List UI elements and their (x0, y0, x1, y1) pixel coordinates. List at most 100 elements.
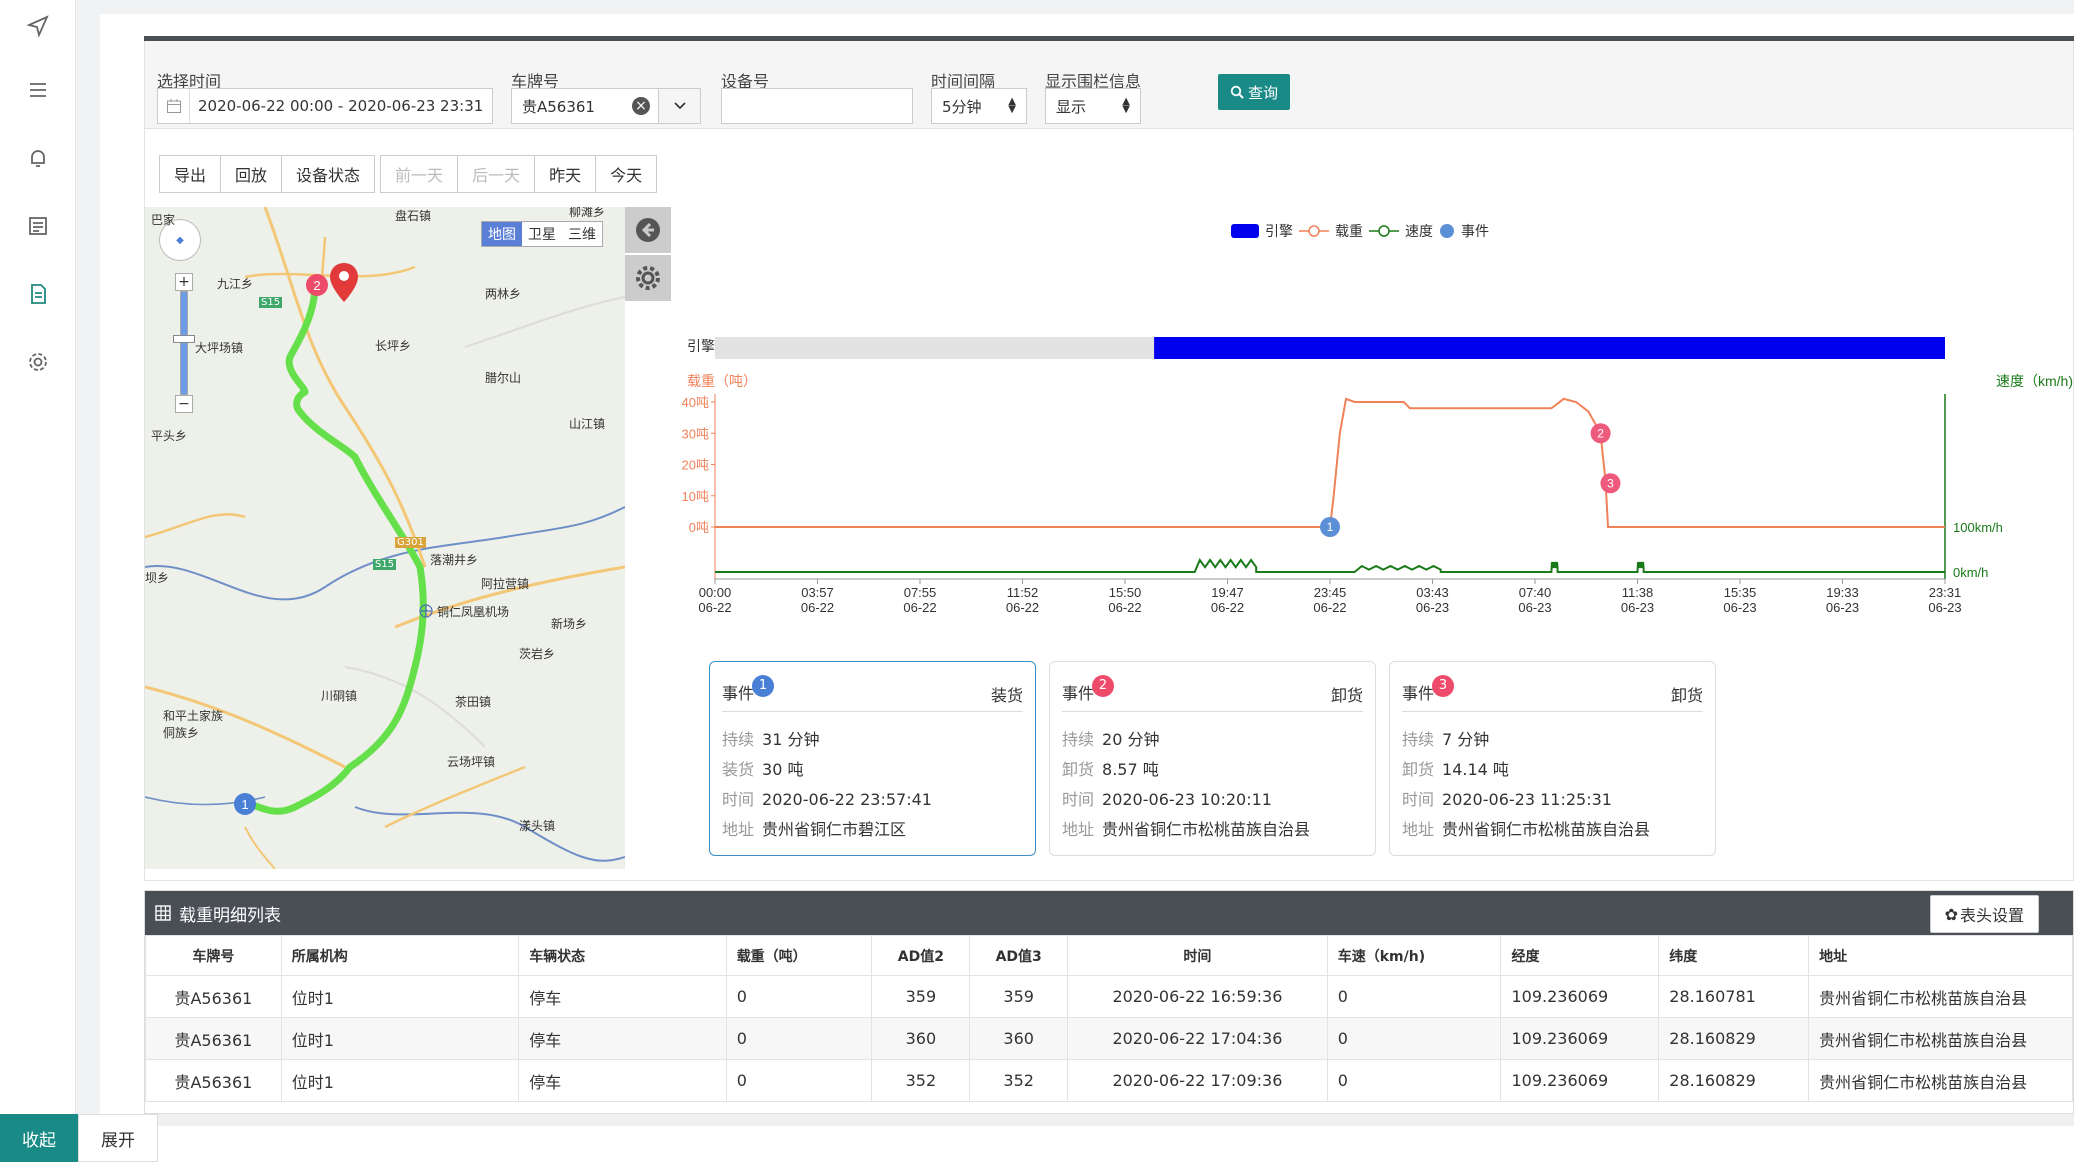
clear-icon[interactable]: × (632, 97, 650, 115)
zoom-out-button[interactable]: − (175, 395, 193, 413)
left-axis-label: 载重（吨） (687, 373, 757, 389)
col-ad2[interactable]: AD值2 (871, 935, 971, 976)
cell: 359 (871, 975, 971, 1018)
table-row[interactable]: 贵A56361 位时1 停车 0 352 352 2020-06-22 17:0… (145, 1059, 2073, 1102)
event-marker-label: 1 (1327, 520, 1334, 534)
engine-label: 引擎 (687, 338, 715, 354)
time-range-value: 2020-06-22 00:00 - 2020-06-23 23:31 (198, 97, 484, 115)
svg-text:2: 2 (313, 278, 320, 293)
interval-select[interactable]: 5分钟 ▲ ▼ (931, 88, 1027, 124)
table-row[interactable]: 贵A56361 位时1 停车 0 360 360 2020-06-22 17:0… (145, 1017, 2073, 1060)
event-card-1[interactable]: 事件 1 装货 持续 31 分钟 装货 30 吨 时间 2020-06-22 23:57:… (709, 661, 1036, 856)
col-plate[interactable]: 车牌号 (145, 935, 282, 976)
y-tick-label: 10吨 (682, 489, 709, 504)
zoom-handle[interactable] (173, 335, 195, 343)
col-ad3[interactable]: AD值3 (969, 935, 1069, 976)
today-button[interactable]: 今天 (595, 155, 658, 193)
horizontal-scrollbar[interactable] (158, 1114, 2074, 1126)
document-icon[interactable] (22, 278, 54, 310)
zoom-in-button[interactable]: + (175, 273, 193, 291)
time-key: 时间 (1062, 790, 1095, 809)
query-button[interactable]: 查询 (1218, 74, 1290, 110)
navigation-icon[interactable] (22, 10, 54, 42)
cell: 0 (1326, 1017, 1502, 1060)
map-label: 和平土家族侗族乡 (163, 709, 224, 740)
map-view[interactable]: 2 1 ◆ + − 地图 卫星 三维 巴家 盘石镇 柳滩乡 九江乡 两林乡 长坪… (145, 207, 625, 869)
map-marker-1[interactable]: 1 (234, 793, 256, 815)
map-label: 阿拉营镇 (481, 577, 530, 591)
legend-event-swatch (1440, 224, 1454, 238)
export-button[interactable]: 导出 (159, 155, 222, 193)
col-address[interactable]: 地址 (1808, 935, 2073, 976)
col-lat[interactable]: 纬度 (1658, 935, 1810, 976)
duration-key: 持续 (1062, 730, 1095, 749)
right-tick-label: 0km/h (1953, 565, 1988, 580)
legend-load: 载重 (1335, 224, 1363, 240)
map-type-3d[interactable]: 三维 (562, 222, 602, 246)
gear-icon[interactable] (22, 346, 54, 378)
column-settings-button[interactable]: ✿ 表头设置 (1929, 895, 2039, 933)
speed-series-line (715, 557, 1945, 573)
col-load[interactable]: 载重（吨） (725, 935, 873, 976)
fence-value: 显示 (1056, 97, 1087, 116)
bell-icon[interactable] (22, 142, 54, 174)
event-card-3[interactable]: 事件 3 卸货 持续 7 分钟 卸货 14.14 吨 时间 2020-06-23 11:2… (1389, 661, 1716, 856)
collapse-button[interactable]: 收起 (0, 1114, 78, 1162)
cell: 位时1 (280, 1017, 520, 1060)
map-settings-button[interactable] (625, 255, 671, 301)
map-label: 坝乡 (145, 571, 170, 585)
x-tick-label: 03:43 (1416, 585, 1449, 600)
plate-select[interactable]: 贵A56361 × (511, 88, 701, 124)
map-label: 大坪场镇 (195, 341, 244, 355)
col-org[interactable]: 所属机构 (280, 935, 520, 976)
chevron-down-icon[interactable] (658, 89, 700, 123)
cell: 109.236069 (1500, 1017, 1660, 1060)
back-arrow-button[interactable] (625, 207, 671, 253)
map-marker-2[interactable]: 2 (306, 274, 328, 296)
cell: 28.160781 (1658, 975, 1810, 1018)
address-value: 贵州省铜仁市碧江区 (762, 820, 907, 839)
cell: 2020-06-22 16:59:36 (1067, 975, 1328, 1018)
col-time[interactable]: 时间 (1067, 935, 1328, 976)
cell: 贵A56361 (145, 1017, 282, 1060)
load-key: 卸货 (1062, 760, 1095, 779)
map-type-map[interactable]: 地图 (482, 222, 522, 246)
time-value: 2020-06-22 23:57:41 (762, 790, 932, 809)
map-label: 山江镇 (569, 417, 606, 431)
col-status[interactable]: 车辆状态 (518, 935, 727, 976)
col-speed[interactable]: 车速（km/h) (1326, 935, 1502, 976)
address-key: 地址 (1062, 820, 1095, 839)
playback-button[interactable]: 回放 (220, 155, 283, 193)
list-icon[interactable] (22, 210, 54, 242)
duration-key: 持续 (722, 730, 755, 749)
map-type-satellite[interactable]: 卫星 (522, 222, 562, 246)
event-card-2[interactable]: 事件 2 卸货 持续 20 分钟 卸货 8.57 吨 时间 2020-06-23 10:2… (1049, 661, 1376, 856)
legend-speed-swatch (1369, 225, 1399, 237)
map-label: 铜仁凤凰机场 (437, 605, 510, 619)
x-tick-date: 06-22 (1108, 600, 1141, 615)
map-label: 柳滩乡 (569, 207, 606, 219)
gear-icon (636, 266, 660, 290)
cell: 359 (969, 975, 1069, 1018)
column-settings-label: 表头设置 (1959, 906, 2024, 925)
expand-button[interactable]: 展开 (78, 1114, 158, 1162)
table-row[interactable]: 贵A56361 位时1 停车 0 359 359 2020-06-22 16:5… (145, 975, 2073, 1018)
bottom-bar: 收起 展开 (0, 1114, 2074, 1172)
fence-select[interactable]: 显示 ▲ ▼ (1045, 88, 1141, 124)
col-lng[interactable]: 经度 (1500, 935, 1660, 976)
device-status-button[interactable]: 设备状态 (281, 155, 376, 193)
cell: 109.236069 (1500, 1059, 1660, 1102)
x-tick-date: 06-23 (1928, 600, 1961, 615)
x-tick-label: 23:45 (1314, 585, 1347, 600)
legend-event: 事件 (1461, 224, 1489, 240)
menu-icon[interactable] (22, 74, 54, 106)
map-label: 九江乡 (217, 277, 254, 291)
time-range-input[interactable]: 2020-06-22 00:00 - 2020-06-23 23:31 (157, 88, 493, 124)
zoom-slider[interactable]: + − (173, 273, 195, 413)
next-day-button[interactable]: 后一天 (457, 155, 536, 193)
prev-day-button[interactable]: 前一天 (380, 155, 459, 193)
load-speed-chart: 引擎载重（吨） 速度（km/h) 40吨 30吨 20吨 10吨 0吨 100km/h 0km/… (682, 337, 2073, 615)
device-input[interactable] (721, 88, 913, 124)
plate-value: 贵A56361 (522, 97, 595, 116)
yesterday-button[interactable]: 昨天 (534, 155, 597, 193)
